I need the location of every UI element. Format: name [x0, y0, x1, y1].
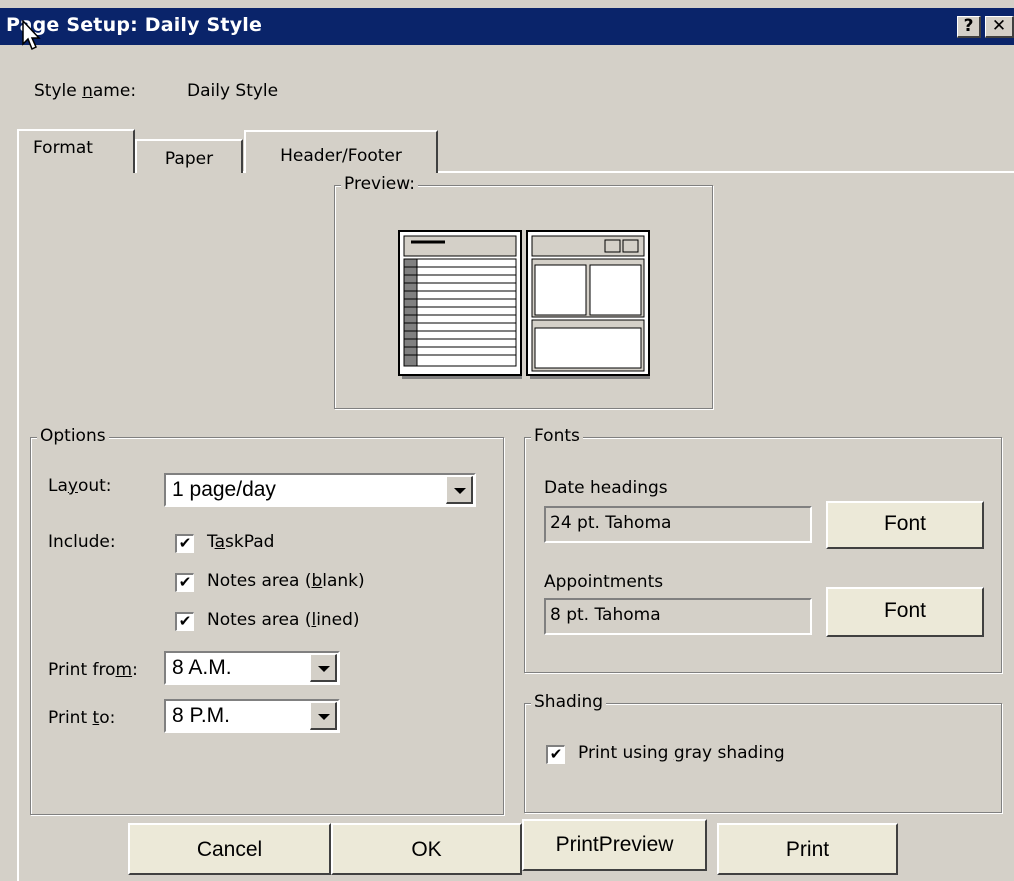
- print-to-dropdown-arrow-icon[interactable]: [310, 702, 337, 730]
- taskpad-label[interactable]: TaskPad: [207, 532, 274, 552]
- help-button[interactable]: ?: [957, 16, 981, 38]
- print-from-dropdown-arrow-icon[interactable]: [310, 654, 337, 682]
- print-preview-button[interactable]: PrintPreview: [522, 819, 707, 871]
- preview-group: Preview:: [334, 174, 713, 409]
- print-from-select[interactable]: 8 A.M.: [164, 651, 340, 685]
- print-to-value: 8 P.M.: [172, 704, 230, 727]
- shading-label: Shading: [531, 692, 607, 712]
- include-label: Include:: [48, 532, 116, 552]
- tab-header-footer[interactable]: Header/Footer: [244, 130, 438, 173]
- cancel-button[interactable]: Cancel: [128, 823, 331, 875]
- daily-layout-preview-icon: [398, 230, 650, 379]
- close-button[interactable]: ✕: [985, 16, 1014, 38]
- ok-button[interactable]: OK: [331, 823, 522, 875]
- layout-select[interactable]: 1 page/day: [164, 473, 476, 507]
- title-bar[interactable]: Page Setup: Daily Style ? ✕: [0, 8, 1014, 45]
- style-name-label: Style name:: [34, 81, 137, 101]
- options-label: Options: [37, 426, 109, 446]
- page-setup-dialog: Page Setup: Daily Style ? ✕ Style name: …: [0, 0, 1014, 881]
- print-button[interactable]: Print: [717, 823, 898, 875]
- taskpad-checkbox[interactable]: ✔: [175, 534, 194, 553]
- layout-select-value: 1 page/day: [172, 478, 276, 501]
- dialog-title: Page Setup: Daily Style: [6, 14, 263, 36]
- fonts-label: Fonts: [531, 426, 583, 446]
- preview-label: Preview:: [341, 174, 418, 194]
- fonts-group: Fonts: [524, 426, 1002, 673]
- gray-shading-checkbox[interactable]: ✔: [546, 745, 565, 764]
- style-name-value: Daily Style: [187, 81, 279, 101]
- tab-paper[interactable]: Paper: [135, 139, 243, 173]
- notes-blank-checkbox[interactable]: ✔: [175, 573, 194, 592]
- notes-lined-label[interactable]: Notes area (lined): [207, 610, 360, 630]
- notes-lined-checkbox[interactable]: ✔: [175, 612, 194, 631]
- gray-shading-label[interactable]: Print using gray shading: [578, 743, 785, 763]
- date-headings-field: 24 pt. Tahoma: [544, 506, 812, 543]
- layout-dropdown-arrow-icon[interactable]: [446, 476, 473, 504]
- date-headings-font-button[interactable]: Font: [826, 501, 984, 549]
- appointments-label: Appointments: [544, 572, 664, 592]
- appointments-field: 8 pt. Tahoma: [544, 598, 812, 635]
- print-to-label: Print to:: [48, 708, 116, 728]
- print-from-value: 8 A.M.: [172, 656, 232, 679]
- mouse-cursor-icon: [22, 20, 41, 51]
- print-to-select[interactable]: 8 P.M.: [164, 699, 340, 733]
- tab-format[interactable]: Format: [17, 129, 135, 173]
- notes-blank-label[interactable]: Notes area (blank): [207, 571, 365, 591]
- appointments-font-button[interactable]: Font: [826, 587, 984, 637]
- layout-label: Layout:: [48, 476, 112, 496]
- print-from-label: Print from:: [48, 660, 138, 680]
- date-headings-label: Date headings: [544, 478, 668, 498]
